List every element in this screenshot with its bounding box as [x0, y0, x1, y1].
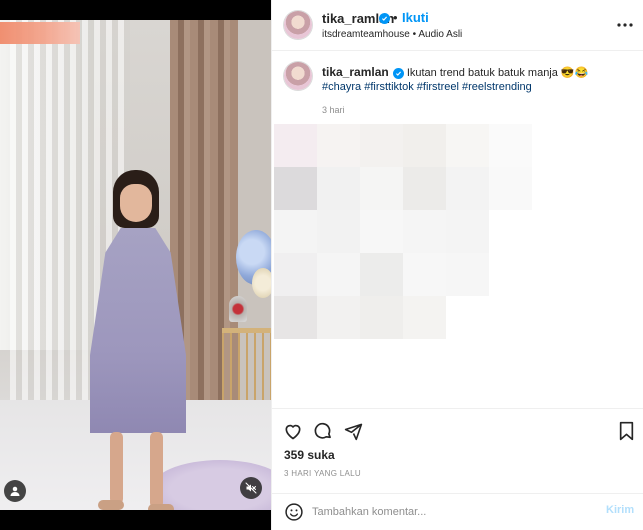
- separator-dot: •: [393, 10, 398, 25]
- tagged-users-button[interactable]: [4, 480, 26, 502]
- share-button[interactable]: [342, 420, 364, 442]
- comment-button[interactable]: [312, 420, 334, 442]
- child-figure: [80, 170, 195, 510]
- mute-button[interactable]: [240, 477, 262, 499]
- user-tag-icon: [10, 486, 20, 496]
- separator-dot: •: [412, 29, 417, 40]
- verified-badge-icon: [392, 68, 404, 79]
- comment-bubble-icon: [314, 422, 331, 439]
- reel-video-player[interactable]: [0, 0, 271, 530]
- post-header: tika_ramlan • Ikuti itsdreamteamhouse • …: [272, 0, 643, 51]
- follow-button[interactable]: Ikuti: [402, 10, 429, 25]
- avatar[interactable]: [284, 11, 312, 39]
- video-frame: [0, 20, 271, 510]
- blurred-comments-area: [272, 124, 643, 339]
- verified-badge-icon: [379, 13, 390, 24]
- add-comment-bar: Kirim: [272, 493, 643, 530]
- hashtag-link[interactable]: #firsttiktok: [364, 81, 414, 93]
- hashtag-link[interactable]: #firstreel: [417, 81, 459, 93]
- speaker-muted-icon: [245, 482, 257, 494]
- post-subline: itsdreamteamhouse • Audio Asli: [322, 29, 462, 40]
- hashtag-link[interactable]: #reelstrending: [462, 81, 532, 93]
- more-options-button[interactable]: [614, 14, 636, 36]
- audio-link[interactable]: Audio Asli: [418, 29, 462, 40]
- bookmark-icon: [619, 421, 633, 441]
- heart-icon: [285, 424, 301, 440]
- smiley-icon: [285, 503, 303, 521]
- post-details-panel: tika_ramlan • Ikuti itsdreamteamhouse • …: [271, 0, 643, 530]
- more-options-icon: [617, 23, 633, 27]
- caption-timestamp: 3 hari: [322, 105, 345, 115]
- post-comment-button[interactable]: Kirim: [606, 504, 634, 516]
- comment-input[interactable]: [312, 502, 592, 522]
- emoji-button[interactable]: [284, 502, 304, 522]
- like-count[interactable]: 359 suka: [284, 448, 335, 462]
- caption-username[interactable]: tika_ramlan: [322, 65, 389, 79]
- avatar[interactable]: [284, 62, 312, 90]
- save-button[interactable]: [615, 420, 637, 442]
- post-date: 3 HARI YANG LALU: [284, 469, 361, 478]
- location-link[interactable]: itsdreamteamhouse: [322, 29, 410, 40]
- redacted-watermark: [0, 22, 80, 44]
- send-plane-icon: [344, 423, 362, 440]
- hashtag-link[interactable]: #chayra: [322, 81, 361, 93]
- caption-body: Ikutan trend batuk batuk manja 😎😂: [406, 67, 589, 79]
- post-actions-bar: [272, 408, 643, 448]
- like-button[interactable]: [282, 420, 304, 442]
